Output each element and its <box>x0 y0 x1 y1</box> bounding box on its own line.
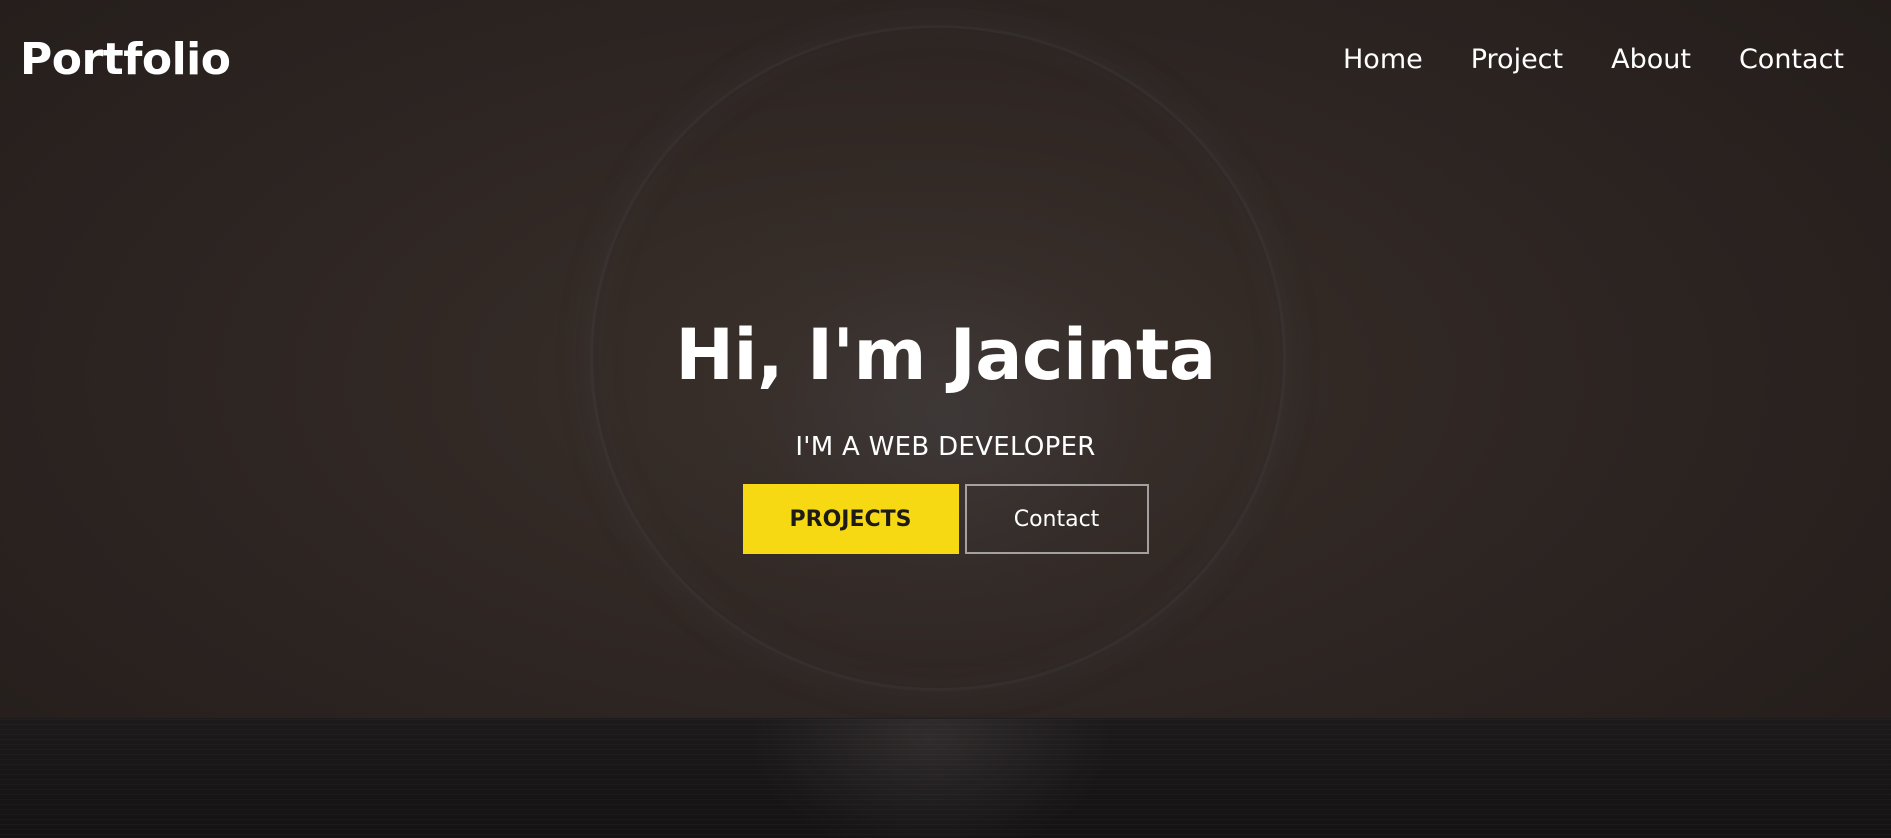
nav-link-contact[interactable]: Contact <box>1739 40 1844 80</box>
contact-button[interactable]: Contact <box>964 484 1149 554</box>
logo[interactable]: Portfolio <box>20 32 231 88</box>
projects-button[interactable]: PROJECTS <box>742 484 959 554</box>
navbar: Portfolio Home Project About Contact <box>0 0 1891 120</box>
nav-link-project[interactable]: Project <box>1471 40 1563 80</box>
hero-title: Hi, I'm Jacinta <box>675 314 1216 396</box>
cta-buttons: PROJECTS Contact <box>0 484 1891 554</box>
sea-horizon-background <box>0 718 1891 838</box>
nav-link-about[interactable]: About <box>1611 40 1691 80</box>
nav-link-home[interactable]: Home <box>1343 40 1423 80</box>
hero-subtitle: I'M A WEB DEVELOPER <box>795 432 1096 462</box>
nav-menu: Home Project About Contact <box>1343 40 1844 80</box>
hero-section: Portfolio Home Project About Contact Hi,… <box>0 0 1891 838</box>
hero-content: Hi, I'm Jacinta I'M A WEB DEVELOPER PROJ… <box>0 310 1891 554</box>
